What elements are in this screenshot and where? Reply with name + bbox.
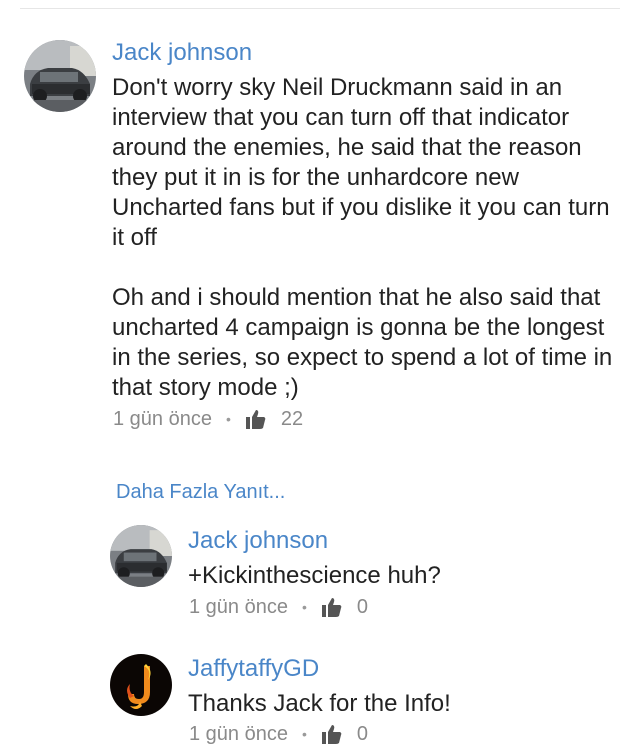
flaming-j-avatar-icon[interactable]	[110, 654, 172, 716]
reply-author[interactable]: Jack johnson	[188, 527, 328, 555]
comment-meta: 1 gün önce • 22	[113, 405, 303, 433]
reply-meta: 1 gün önce • 0	[189, 720, 368, 748]
separator-dot: •	[225, 411, 231, 427]
reply-text: +Kickinthescience huh?	[188, 562, 441, 589]
thumbs-up-icon[interactable]	[245, 408, 267, 430]
car-avatar-icon[interactable]	[110, 525, 172, 587]
comment-paragraph: Don't worry sky Neil Druckmann said in a…	[112, 74, 610, 251]
thumbs-up-icon[interactable]	[321, 723, 343, 745]
car-avatar-icon[interactable]	[24, 40, 96, 112]
comment-body: Don't worry sky Neil Druckmann said in a…	[112, 73, 627, 403]
like-count: 0	[356, 595, 369, 618]
timestamp: 1 gün önce	[113, 407, 212, 430]
like-count: 0	[356, 722, 369, 745]
reply-author[interactable]: JaffytaffyGD	[188, 655, 319, 683]
separator-dot: •	[301, 726, 307, 742]
comment-paragraph: Oh and i should mention that he also sai…	[112, 284, 613, 401]
like-count: 22	[280, 407, 304, 430]
timestamp: 1 gün önce	[189, 722, 288, 745]
reply-meta: 1 gün önce • 0	[189, 593, 368, 621]
reply-text: Thanks Jack for the Info!	[188, 690, 451, 717]
top-divider	[20, 8, 620, 9]
separator-dot: •	[301, 599, 307, 615]
more-replies-link[interactable]: Daha Fazla Yanıt...	[116, 480, 285, 504]
comment-author[interactable]: Jack johnson	[112, 39, 252, 67]
thumbs-up-icon[interactable]	[321, 596, 343, 618]
timestamp: 1 gün önce	[189, 595, 288, 618]
